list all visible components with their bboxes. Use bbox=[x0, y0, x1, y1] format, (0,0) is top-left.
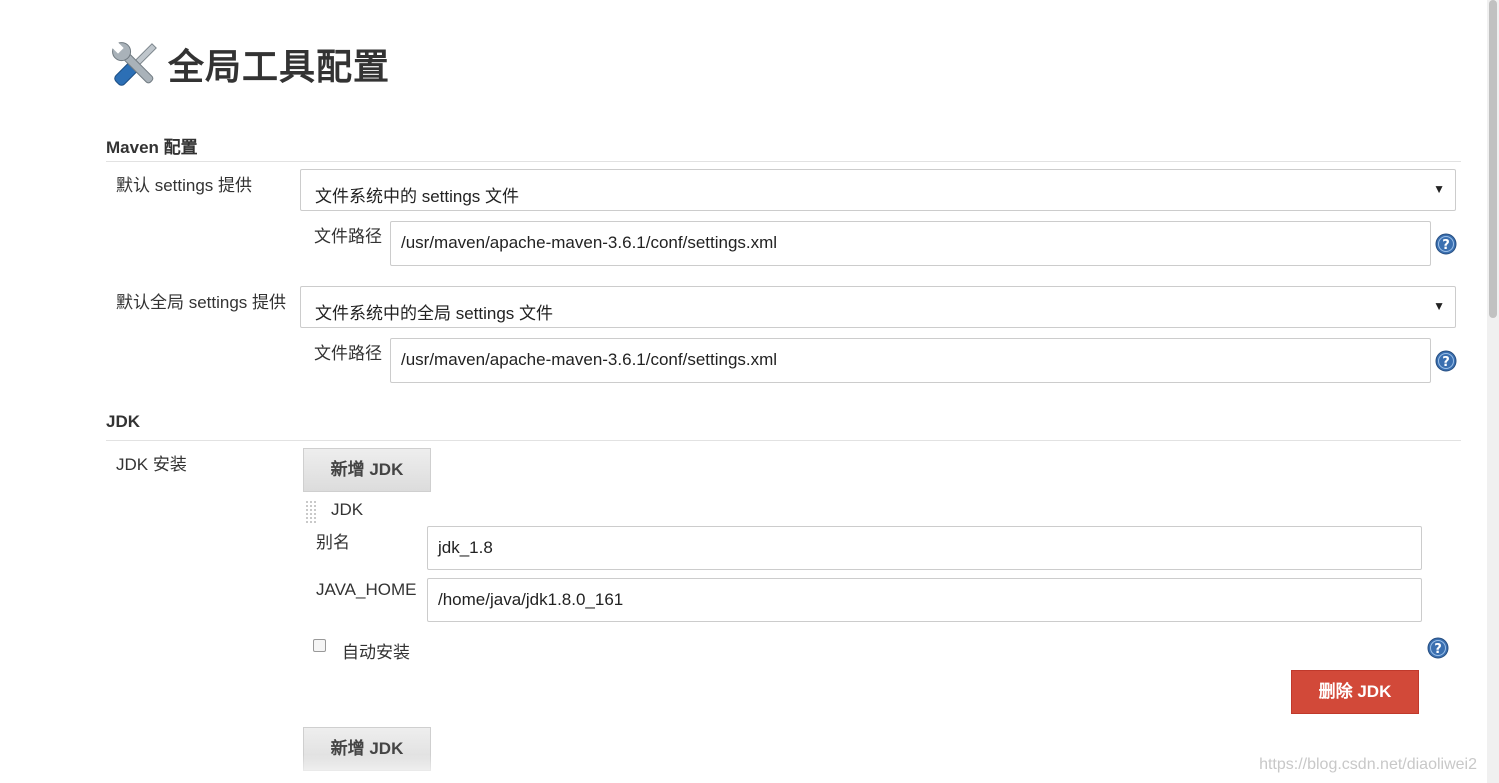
svg-text:?: ? bbox=[1442, 238, 1450, 253]
maven-section-title: Maven 配置 bbox=[106, 138, 198, 157]
help-icon[interactable]: ? bbox=[1427, 637, 1449, 659]
scrollbar-thumb[interactable] bbox=[1489, 0, 1497, 318]
svg-text:?: ? bbox=[1442, 355, 1450, 370]
dropdown-arrow-icon: ▼ bbox=[1433, 182, 1445, 196]
global-settings-path-input[interactable]: /usr/maven/apache-maven-3.6.1/conf/setti… bbox=[390, 338, 1431, 383]
auto-install-checkbox[interactable] bbox=[313, 639, 326, 652]
jdk-section-divider bbox=[106, 440, 1461, 441]
dropdown-arrow-icon: ▼ bbox=[1433, 299, 1445, 313]
jdk-install-label: JDK 安装 bbox=[116, 455, 187, 474]
drag-handle-icon[interactable] bbox=[305, 500, 319, 524]
jdk-entry-header: JDK bbox=[331, 500, 364, 519]
jdk-section-title: JDK bbox=[106, 412, 141, 431]
default-settings-selected-value: 文件系统中的 settings 文件 bbox=[315, 187, 520, 206]
tools-icon bbox=[106, 36, 164, 94]
global-settings-label: 默认全局 settings 提供 bbox=[116, 293, 287, 312]
svg-text:?: ? bbox=[1434, 642, 1442, 657]
default-settings-select[interactable]: 文件系统中的 settings 文件 ▼ bbox=[300, 169, 1456, 211]
watermark: https://blog.csdn.net/diaoliwei2 bbox=[1259, 756, 1477, 773]
maven-section-divider bbox=[106, 161, 1461, 162]
global-settings-selected-value: 文件系统中的全局 settings 文件 bbox=[315, 304, 554, 323]
jdk-alias-input[interactable]: jdk_1.8 bbox=[427, 526, 1422, 570]
global-settings-path-label: 文件路径 bbox=[314, 344, 382, 363]
delete-jdk-button[interactable]: 删除 JDK bbox=[1291, 670, 1419, 714]
java-home-input[interactable]: /home/java/jdk1.8.0_161 bbox=[427, 578, 1422, 622]
global-settings-select[interactable]: 文件系统中的全局 settings 文件 ▼ bbox=[300, 286, 1456, 328]
bottom-fade bbox=[300, 755, 435, 783]
default-settings-path-label: 文件路径 bbox=[314, 227, 382, 246]
help-icon[interactable]: ? bbox=[1435, 233, 1457, 255]
page-title: 全局工具配置 bbox=[168, 46, 391, 87]
java-home-label: JAVA_HOME bbox=[316, 580, 417, 599]
auto-install-label: 自动安装 bbox=[342, 643, 410, 662]
help-icon[interactable]: ? bbox=[1435, 350, 1457, 372]
default-settings-label: 默认 settings 提供 bbox=[116, 176, 253, 195]
add-jdk-button[interactable]: 新增 JDK bbox=[303, 448, 431, 492]
default-settings-path-input[interactable]: /usr/maven/apache-maven-3.6.1/conf/setti… bbox=[390, 221, 1431, 266]
jdk-alias-label: 别名 bbox=[316, 533, 350, 552]
